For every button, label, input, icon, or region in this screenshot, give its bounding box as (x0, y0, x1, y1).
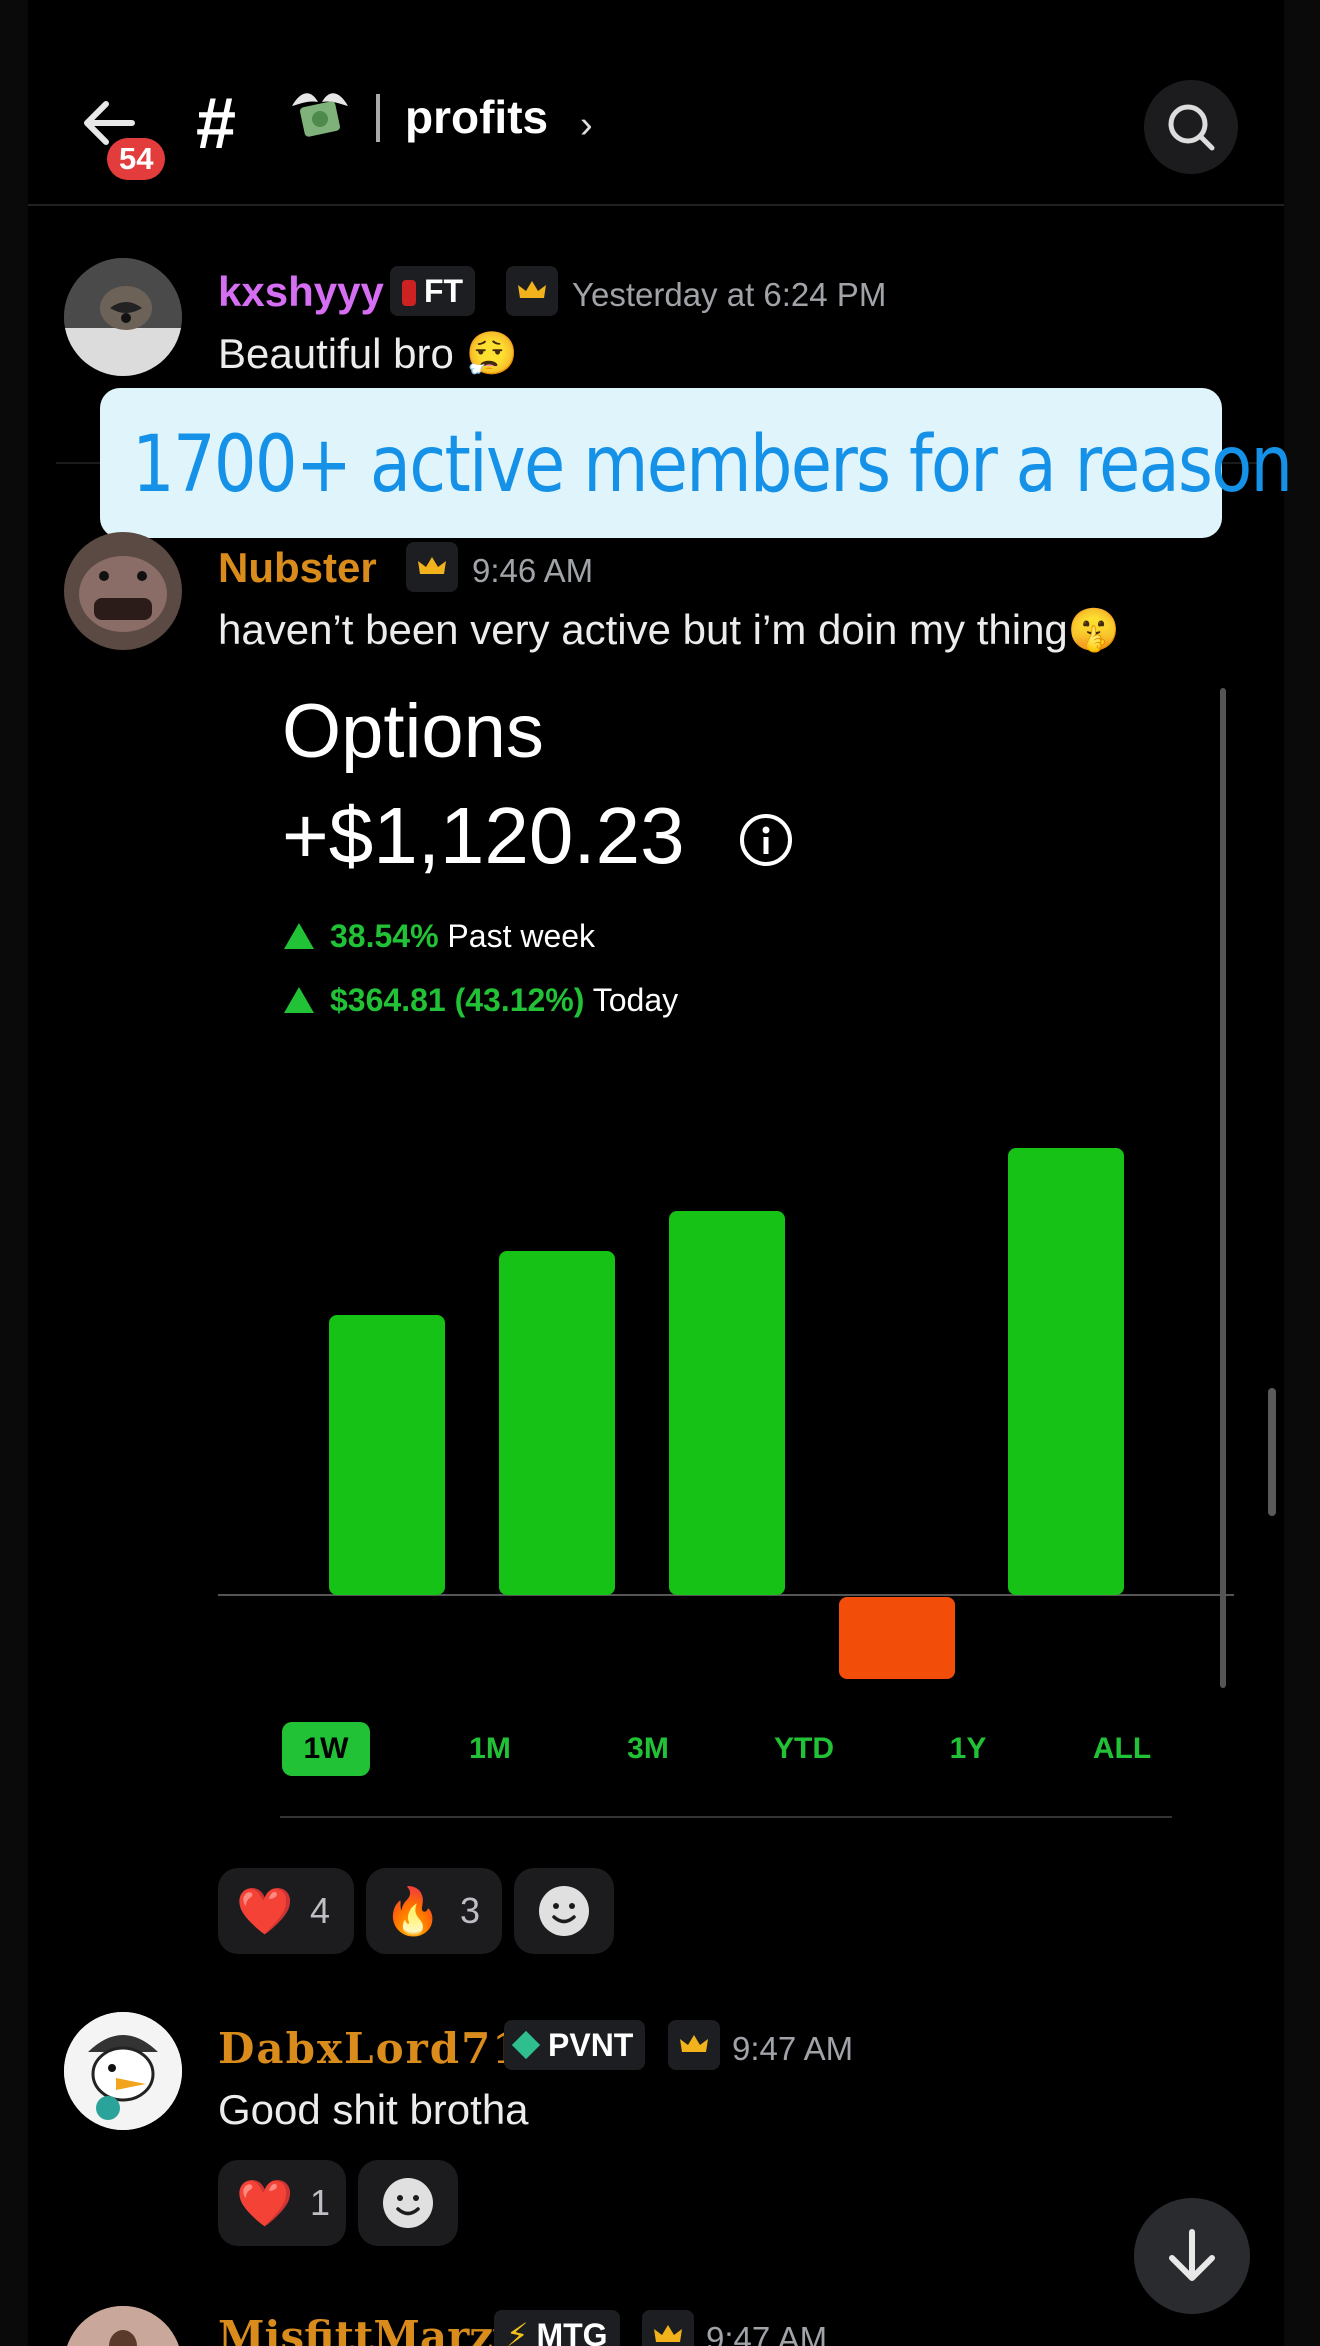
up-triangle-icon (284, 987, 314, 1013)
crown-icon (406, 542, 458, 592)
chart-bar (499, 1251, 615, 1595)
role-tag-label: PVNT (548, 2027, 634, 2063)
info-icon (738, 812, 794, 868)
avatar[interactable] (64, 2012, 182, 2130)
unread-badge: 54 (107, 138, 166, 180)
channel-header: 54 # profits › (0, 0, 1320, 206)
role-tag-label: MTG (536, 2317, 608, 2346)
chart-bar (1008, 1148, 1124, 1595)
role-tag[interactable]: ⚡ MTG (494, 2310, 620, 2346)
add-reaction-button[interactable] (358, 2160, 458, 2246)
username[interactable]: MisfittMarzx (218, 2312, 518, 2346)
header-divider (28, 204, 1284, 206)
role-tag[interactable]: PVNT (504, 2020, 646, 2070)
reaction-count: 4 (310, 1890, 331, 1931)
lightning-icon: ⚡ (506, 2317, 529, 2346)
diamond-icon (511, 2030, 541, 2060)
username[interactable]: Nubster (218, 544, 377, 592)
crown-icon (506, 266, 558, 316)
heart-icon: ❤️ (236, 1885, 294, 1937)
reaction-heart[interactable]: ❤️ 4 (218, 1868, 354, 1954)
chart-bar (839, 1597, 955, 1679)
today-change-value: $364.81 (43.12%) (330, 982, 585, 1018)
traffic-light-icon (402, 280, 416, 306)
arrow-down-icon (1169, 2229, 1215, 2281)
timestamp: 9:47 AM (732, 2030, 854, 2067)
timestamp: 9:47 AM (706, 2320, 828, 2346)
crown-icon (668, 2020, 720, 2070)
bar-chart (218, 1148, 1234, 1679)
chat-scrollbar[interactable] (1268, 1388, 1276, 1516)
username[interactable]: kxshyyy (218, 268, 384, 316)
search-icon (1168, 104, 1215, 151)
money-with-wings-icon (288, 84, 352, 144)
week-change-label: Past week (447, 918, 596, 954)
promo-banner: 1700+ active members for a reason (100, 388, 1293, 538)
fire-icon: 🔥 (384, 1885, 442, 1937)
hash-icon: # (196, 84, 237, 164)
chart-bar (669, 1211, 785, 1595)
promo-banner-text: 1700+ active members for a reason (132, 420, 1293, 510)
chart-bar (329, 1315, 445, 1595)
portfolio-title: Options (282, 689, 544, 774)
timestamp: Yesterday at 6:24 PM (572, 276, 887, 313)
week-change-value: 38.54% (330, 918, 439, 954)
header-separator (376, 94, 380, 142)
week-change: 38.54% Past week (284, 918, 595, 955)
up-triangle-icon (284, 923, 314, 949)
smiley-icon (383, 2178, 433, 2228)
portfolio-amount: +$1,120.23 (282, 791, 685, 880)
role-tag-label: FT (424, 273, 464, 309)
range-tab-1w[interactable]: 1W (282, 1722, 370, 1776)
range-tab-1m[interactable]: 1M (440, 1722, 540, 1776)
range-tab-ytd[interactable]: YTD (754, 1722, 854, 1776)
today-change: $364.81 (43.12%) Today (284, 982, 678, 1019)
range-divider (280, 1816, 1172, 1818)
range-tab-all[interactable]: ALL (1072, 1722, 1172, 1776)
chevron-right-icon[interactable]: › (580, 104, 593, 147)
role-tag[interactable]: FT (390, 266, 476, 316)
timestamp: 9:46 AM (472, 552, 594, 589)
heart-icon: ❤️ (236, 2177, 294, 2229)
reaction-count: 1 (310, 2182, 331, 2223)
reaction-count: 3 (460, 1890, 481, 1931)
crown-icon (642, 2310, 694, 2346)
jump-to-bottom-button[interactable] (1134, 2198, 1250, 2314)
avatar[interactable] (64, 258, 182, 376)
smiley-icon (539, 1886, 589, 1936)
message-text: haven’t been very active but i’m doin my… (218, 606, 1121, 653)
message-text: Beautiful bro 😮‍💨 (218, 330, 518, 377)
today-change-label: Today (592, 982, 679, 1018)
reaction-heart[interactable]: ❤️ 1 (218, 2160, 346, 2246)
range-tab-3m[interactable]: 3M (598, 1722, 698, 1776)
channel-name[interactable]: profits (405, 90, 548, 144)
reaction-fire[interactable]: 🔥 3 (366, 1868, 502, 1954)
avatar[interactable] (64, 532, 182, 650)
range-selector: 1W 1M 3M YTD 1Y ALL (282, 1722, 1172, 1776)
message-text: Good shit brotha (218, 2086, 529, 2133)
add-reaction-button[interactable] (514, 1868, 614, 1954)
range-tab-1y[interactable]: 1Y (918, 1722, 1018, 1776)
search-button[interactable] (1144, 80, 1238, 174)
